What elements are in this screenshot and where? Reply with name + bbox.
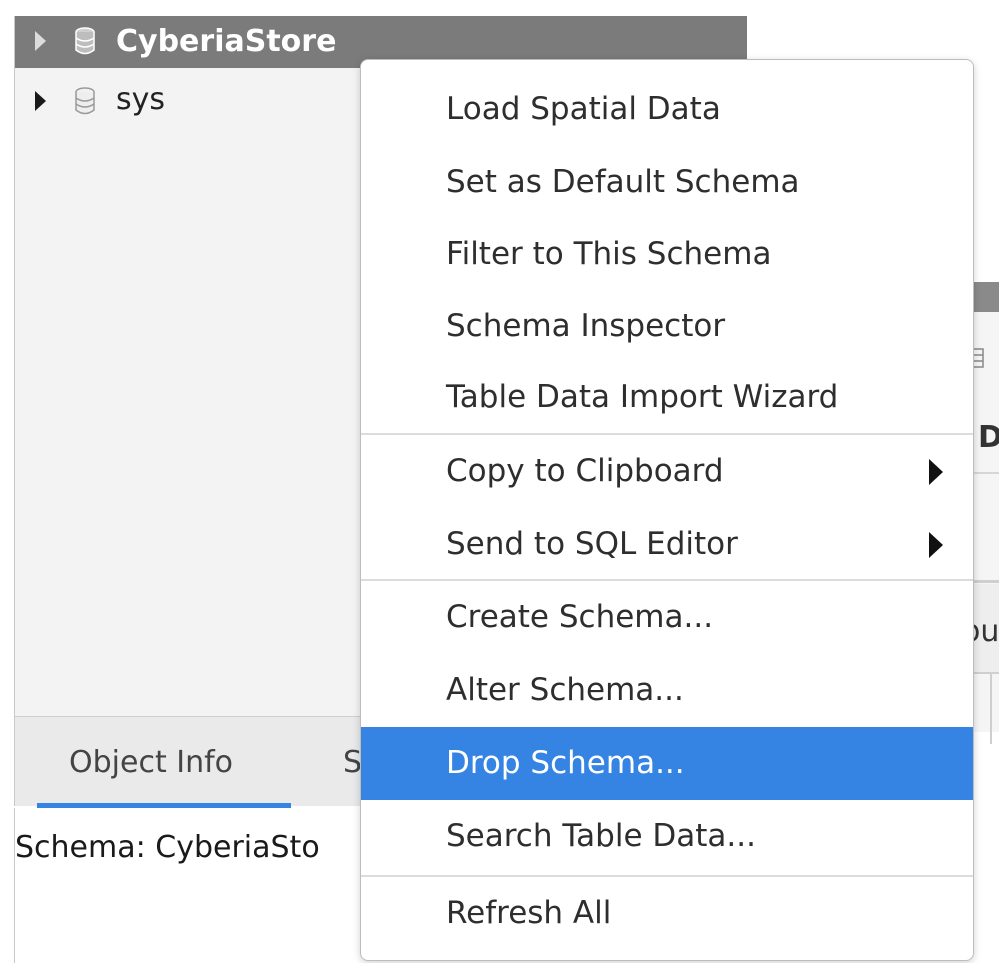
menu-item-drop-schema[interactable]: Drop Schema... (361, 727, 973, 800)
workbench-window: CyberiaStore sys Object Info S Schema: C… (0, 0, 999, 963)
menu-item-copy-to-clipboard[interactable]: Copy to Clipboard (361, 435, 973, 508)
menu-item-label: Set as Default Schema (446, 164, 800, 200)
menu-item-alter-schema[interactable]: Alter Schema... (361, 654, 973, 727)
menu-item-table-data-import[interactable]: Table Data Import Wizard (361, 361, 973, 434)
database-icon (75, 27, 95, 55)
menu-item-schema-inspector[interactable]: Schema Inspector (361, 290, 973, 363)
schema-context-menu: Load Spatial Data Set as Default Schema … (360, 59, 974, 961)
menu-item-set-default-schema[interactable]: Set as Default Schema (361, 146, 973, 219)
menu-item-label: Filter to This Schema (446, 236, 772, 272)
menu-item-label: Create Schema... (446, 599, 714, 635)
object-info-text: Schema: CyberiaSto (15, 830, 320, 865)
divider (990, 674, 992, 744)
menu-item-refresh-all[interactable]: Refresh All (361, 877, 973, 950)
menu-item-label: Drop Schema... (446, 745, 685, 781)
submenu-arrow-icon (929, 459, 943, 485)
menu-item-load-spatial-data[interactable]: Load Spatial Data (361, 73, 973, 146)
menu-item-label: Send to SQL Editor (446, 526, 738, 562)
expand-arrow-icon[interactable] (35, 31, 46, 51)
submenu-arrow-icon (929, 532, 943, 558)
schema-label: CyberiaStore (116, 24, 337, 59)
database-icon (75, 87, 95, 115)
menu-item-label: Search Table Data... (446, 818, 756, 854)
menu-item-label: Table Data Import Wizard (446, 379, 839, 415)
menu-item-search-table-data[interactable]: Search Table Data... (361, 800, 973, 873)
schema-label: sys (116, 82, 166, 117)
expand-arrow-icon[interactable] (35, 91, 46, 111)
menu-item-label: Load Spatial Data (446, 91, 721, 127)
menu-item-label: Refresh All (446, 895, 612, 931)
menu-item-label: Schema Inspector (446, 308, 726, 344)
background-column-header: D (978, 420, 999, 455)
menu-item-filter-to-schema[interactable]: Filter to This Schema (361, 218, 973, 291)
menu-item-label: Alter Schema... (446, 672, 684, 708)
menu-item-label: Copy to Clipboard (446, 453, 724, 489)
menu-item-send-to-sql-editor[interactable]: Send to SQL Editor (361, 508, 973, 581)
tab-object-info[interactable]: Object Info (69, 743, 233, 783)
menu-item-create-schema[interactable]: Create Schema... (361, 581, 973, 654)
